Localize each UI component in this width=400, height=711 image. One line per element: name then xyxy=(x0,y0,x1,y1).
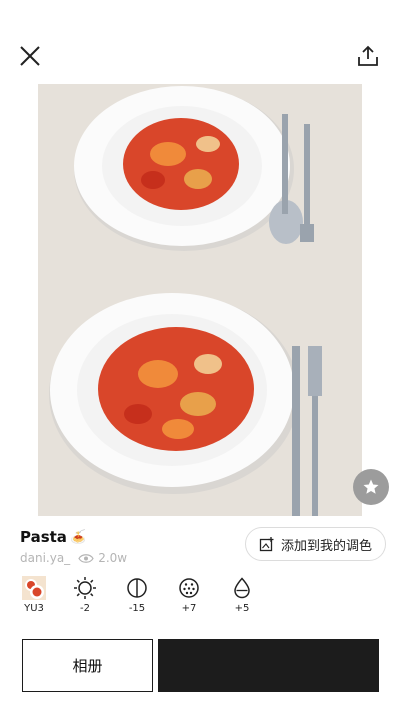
add-to-my-palette-button[interactable]: 添加到我的调色 xyxy=(245,527,386,561)
saturation-icon xyxy=(234,577,250,599)
close-icon xyxy=(20,46,40,66)
grain-icon xyxy=(179,578,199,598)
tool-brightness[interactable]: -2 xyxy=(65,576,105,614)
contrast-icon xyxy=(127,578,147,598)
album-button-label: 相册 xyxy=(72,657,103,675)
top-bar xyxy=(0,0,400,80)
filter-thumbnail xyxy=(22,576,46,600)
tool-grain-value: +7 xyxy=(181,603,197,614)
adjustment-tools: YU3 -2 -15 +7 +5 xyxy=(14,576,274,620)
pasta-emoji-icon: 🍝 xyxy=(69,529,87,545)
post-title-text: Pasta xyxy=(20,528,67,546)
tool-grain[interactable]: +7 xyxy=(169,576,209,614)
tool-saturation[interactable]: +5 xyxy=(222,576,262,614)
star-icon xyxy=(363,479,379,494)
post-meta: dani.ya_ 2.0w xyxy=(20,551,127,565)
tool-contrast[interactable]: -15 xyxy=(117,576,157,614)
close-button[interactable] xyxy=(12,38,48,74)
album-button[interactable]: 相册 xyxy=(22,639,153,692)
share-icon xyxy=(358,45,378,66)
primary-action-button[interactable] xyxy=(158,639,379,692)
tool-brightness-value: -2 xyxy=(80,603,90,614)
share-button[interactable] xyxy=(350,38,386,74)
tool-saturation-value: +5 xyxy=(234,603,250,614)
eye-icon xyxy=(78,553,94,563)
pasta-photo[interactable] xyxy=(38,84,362,516)
view-count: 2.0w xyxy=(78,551,127,565)
post-title-row: Pasta 🍝 xyxy=(20,528,86,546)
add-to-my-palette-label: 添加到我的调色 xyxy=(280,538,372,554)
brightness-icon xyxy=(74,577,96,599)
view-count-text: 2.0w xyxy=(98,551,128,565)
author-name[interactable]: dani.ya_ xyxy=(20,551,70,565)
tool-contrast-value: -15 xyxy=(128,603,146,614)
favorite-button[interactable] xyxy=(353,469,389,505)
tool-filter[interactable]: YU3 xyxy=(14,576,54,614)
post-title: Pasta 🍝 xyxy=(20,528,86,546)
add-palette-icon xyxy=(259,537,274,552)
tool-filter-value: YU3 xyxy=(24,603,44,614)
